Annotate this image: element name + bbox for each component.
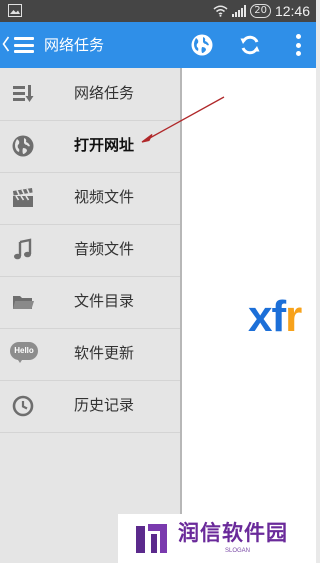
music-note-icon	[14, 238, 32, 260]
drawer-item-label: 软件更新	[74, 344, 135, 362]
folder-icon	[13, 296, 34, 309]
drawer-item-label: 音频文件	[74, 240, 135, 258]
app-bar: 网络任务	[0, 22, 316, 68]
signal-icon	[232, 5, 247, 17]
menu-icon[interactable]	[14, 35, 34, 55]
watermark-text: 润信软件园	[178, 521, 288, 545]
xf-logo: xfr	[248, 292, 302, 341]
globe-icon[interactable]	[190, 33, 214, 57]
drawer-item-software-update[interactable]: Hello 软件更新	[0, 328, 180, 381]
drawer-item-network-tasks[interactable]: 网络任务	[0, 68, 180, 121]
drawer-item-history[interactable]: 历史记录	[0, 380, 180, 433]
drawer-item-label: 历史记录	[74, 396, 135, 414]
drawer-item-label: 文件目录	[74, 292, 135, 310]
image-icon	[8, 4, 22, 17]
clock-time: 12:46	[274, 3, 310, 19]
logo-mark-icon	[136, 524, 167, 553]
drawer-item-video-files[interactable]: 视频文件	[0, 172, 180, 225]
globe-icon	[12, 135, 34, 157]
hello-bubble-icon: Hello	[10, 342, 38, 364]
app-title[interactable]: 网络任务	[44, 35, 104, 55]
drawer-item-label: 视频文件	[74, 188, 135, 206]
wifi-icon	[213, 5, 228, 17]
navigation-drawer: 网络任务 打开网址 视频文件 音频文件 文件目录 Hello 软件更新 历史记录	[0, 68, 182, 563]
clapperboard-icon	[13, 188, 33, 207]
more-vertical-icon[interactable]	[292, 33, 304, 57]
back-chevron-icon[interactable]	[2, 36, 10, 52]
drawer-item-audio-files[interactable]: 音频文件	[0, 224, 180, 277]
drawer-item-open-url[interactable]: 打开网址	[0, 120, 180, 173]
watermark-logo: 润信软件园 SLOGAN	[118, 514, 316, 563]
status-bar: 20 12:46	[0, 0, 316, 22]
battery-level: 20	[250, 4, 271, 18]
drawer-item-label: 网络任务	[74, 84, 135, 102]
refresh-icon[interactable]	[238, 33, 262, 57]
clock-icon	[12, 395, 34, 417]
drawer-item-label: 打开网址	[74, 136, 135, 154]
drawer-item-file-directory[interactable]: 文件目录	[0, 276, 180, 329]
list-download-icon	[13, 85, 34, 102]
watermark-slogan: SLOGAN	[225, 548, 251, 554]
